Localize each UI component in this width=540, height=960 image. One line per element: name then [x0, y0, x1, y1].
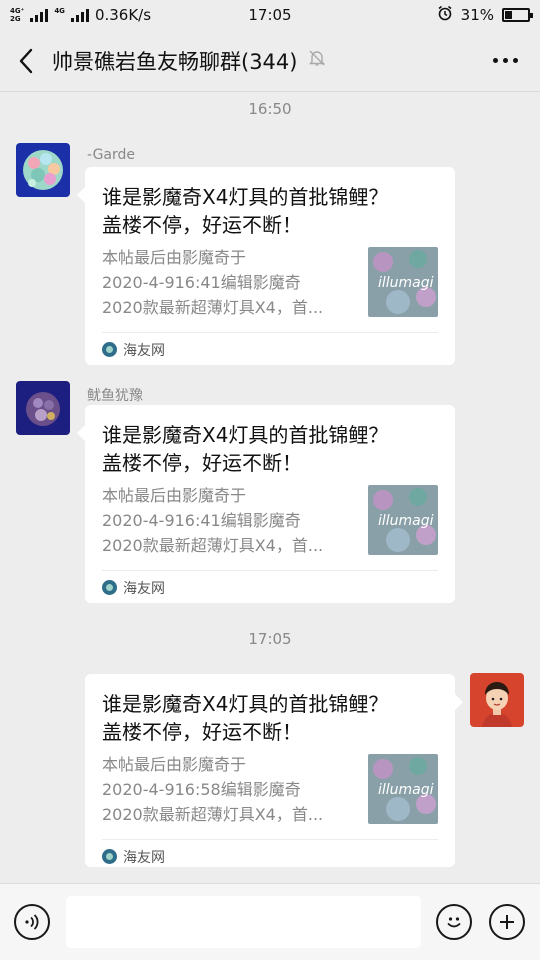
source-logo-icon	[102, 849, 117, 864]
card-thumbnail: illumagi	[368, 485, 438, 555]
card-source: 海友网	[123, 580, 165, 597]
status-bar: 4G⁺ 2G 4G 0.36K/s 17:05 31%	[0, 0, 540, 30]
chat-timestamp: 17:05	[248, 630, 292, 648]
more-options-button[interactable]	[470, 30, 540, 92]
message-input[interactable]	[66, 896, 421, 948]
network-label-c: 4G	[54, 7, 65, 15]
source-logo-icon	[102, 580, 117, 595]
battery-icon	[502, 8, 533, 22]
card-source: 海友网	[123, 849, 165, 866]
coral-avatar-image-2	[16, 381, 70, 435]
thumb-brand-text: illumagi	[378, 782, 434, 798]
network-label-b: 2G	[10, 15, 21, 23]
avatar[interactable]	[16, 381, 70, 435]
card-description: 本帖最后由影魔奇于 2020-4-916:58编辑影魔奇 2020款最新超薄灯具…	[102, 755, 324, 824]
coral-avatar-image	[16, 143, 70, 197]
source-logo-icon	[102, 342, 117, 357]
status-left: 4G⁺ 2G 4G 0.36K/s	[10, 6, 151, 24]
chat-input-bar	[0, 883, 540, 960]
network-type-indicator-2: 4G	[54, 7, 65, 23]
signal-icon-2	[70, 8, 89, 22]
chat-timestamp: 16:50	[248, 100, 292, 118]
signal-icon	[30, 8, 49, 22]
plus-icon	[500, 915, 514, 929]
card-source: 海友网	[123, 342, 165, 359]
group-name: 帅景礁岩鱼友畅聊群(344)	[52, 49, 298, 74]
alarm-icon	[437, 5, 453, 25]
mute-bell-icon	[307, 48, 327, 73]
emoji-button[interactable]	[436, 904, 472, 940]
status-time: 17:05	[248, 6, 292, 24]
cartoon-boy-avatar	[470, 673, 524, 727]
card-description: 本帖最后由影魔奇于 2020-4-916:41编辑影魔奇 2020款最新超薄灯具…	[102, 248, 324, 317]
network-speed: 0.36K/s	[94, 6, 152, 24]
sender-name: 鱿鱼犹豫	[87, 388, 143, 404]
thumb-brand-text: illumagi	[378, 275, 434, 291]
card-title: 谁是影魔奇X4灯具的首批锦鲤？ 盖楼不停，好运不断！	[102, 185, 389, 237]
voice-wave-icon	[25, 914, 39, 930]
link-card[interactable]: 谁是影魔奇X4灯具的首批锦鲤？ 盖楼不停，好运不断！ 本帖最后由影魔奇于 202…	[85, 674, 463, 867]
sender-name: -Garde	[87, 147, 136, 163]
thumb-brand-text: illumagi	[378, 513, 434, 529]
avatar[interactable]	[16, 143, 70, 197]
card-title: 谁是影魔奇X4灯具的首批锦鲤？ 盖楼不停，好运不断！	[102, 692, 389, 744]
back-arrow-icon	[19, 48, 33, 73]
card-thumbnail: illumagi	[368, 754, 438, 824]
card-thumbnail: illumagi	[368, 247, 438, 317]
battery-percent: 31%	[460, 6, 494, 24]
card-source-row: 海友网	[102, 570, 438, 604]
back-button[interactable]	[0, 30, 52, 92]
link-card[interactable]: 谁是影魔奇X4灯具的首批锦鲤？ 盖楼不停，好运不断！ 本帖最后由影魔奇于 202…	[77, 167, 455, 366]
card-title: 谁是影魔奇X4灯具的首批锦鲤？ 盖楼不停，好运不断！	[102, 423, 389, 475]
card-description: 本帖最后由影魔奇于 2020-4-916:41编辑影魔奇 2020款最新超薄灯具…	[102, 486, 324, 555]
more-actions-button[interactable]	[489, 904, 525, 940]
link-card[interactable]: 谁是影魔奇X4灯具的首批锦鲤？ 盖楼不停，好运不断！ 本帖最后由影魔奇于 202…	[77, 405, 455, 604]
network-label-a: 4G⁺	[10, 7, 25, 15]
network-type-indicator: 4G⁺ 2G	[10, 7, 24, 23]
voice-input-button[interactable]	[14, 904, 50, 940]
card-source-row: 海友网	[102, 839, 438, 873]
card-source-row: 海友网	[102, 332, 438, 366]
smiley-face-icon	[447, 917, 461, 928]
chat-header: 帅景礁岩鱼友畅聊群(344)	[0, 30, 540, 92]
chat-title: 帅景礁岩鱼友畅聊群(344)	[52, 46, 327, 76]
avatar[interactable]	[470, 673, 524, 727]
